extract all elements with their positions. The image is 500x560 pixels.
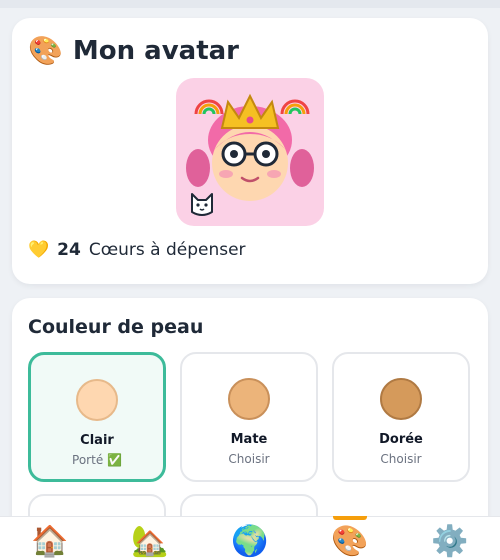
skin-option-doree[interactable]: Dorée Choisir (332, 352, 470, 482)
hearts-count: 24 (57, 240, 81, 260)
avatar-card: 🎨 Mon avatar 💛 24 Cœurs à dépenser (12, 18, 488, 284)
nav-item-home[interactable]: 🏠 (0, 517, 100, 560)
hearts-balance: 💛 24 Cœurs à dépenser (28, 240, 246, 260)
avatar-hair-puff-right (290, 149, 314, 187)
gear-icon: ⚙️ (431, 524, 469, 559)
nav-item-avatar[interactable]: 🎨 (300, 517, 400, 560)
bottom-nav: 🏠 🏡 🌍 🎨 ⚙️ (0, 516, 500, 560)
skin-option-name: Mate (230, 432, 268, 447)
page-title: Mon avatar (72, 36, 240, 66)
hearts-label: Cœurs à dépenser (88, 240, 246, 260)
previous-card-edge (0, 0, 500, 8)
skin-option-name: Clair (80, 433, 114, 448)
palette-icon: 🎨 (331, 524, 369, 559)
rainbow-icon-right (280, 99, 310, 115)
section-title: Couleur de peau (28, 316, 204, 338)
nav-item-settings[interactable]: ⚙️ (400, 517, 500, 560)
rainbow-icon-left (194, 99, 224, 115)
skin-swatch (76, 379, 118, 421)
skin-option-status: Porté ✅ (72, 453, 122, 467)
avatar-illustration (186, 93, 314, 216)
globe-icon: 🌍 (231, 524, 269, 559)
house-garden-icon: 🏡 (131, 524, 169, 559)
nav-item-world[interactable]: 🌍 (200, 517, 300, 560)
cat-icon (191, 193, 213, 216)
skin-option-clair[interactable]: Clair Porté ✅ (28, 352, 166, 482)
skin-option-mate[interactable]: Mate Choisir (180, 352, 318, 482)
avatar-card-header: 🎨 Mon avatar (28, 36, 239, 66)
nav-active-indicator (333, 516, 367, 520)
skin-swatch (228, 378, 270, 420)
avatar-hair-puff-left (186, 149, 210, 187)
nav-item-garden[interactable]: 🏡 (100, 517, 200, 560)
skin-option-status: Choisir (228, 452, 270, 466)
app-screen: 🎨 Mon avatar 💛 24 Cœurs à dépenser Coule… (0, 0, 500, 560)
skin-swatch (380, 378, 422, 420)
avatar-cheek-left (219, 170, 233, 178)
avatar-cheek-right (267, 170, 281, 178)
palette-icon: 🎨 (28, 34, 63, 67)
avatar-face (212, 125, 288, 201)
skin-option-name: Dorée (379, 432, 423, 447)
skin-option-status: Choisir (380, 452, 422, 466)
avatar-eye-left (230, 150, 238, 158)
house-icon: 🏠 (31, 524, 69, 559)
avatar-eye-right (262, 150, 270, 158)
avatar-preview[interactable] (176, 78, 324, 226)
yellow-heart-icon: 💛 (28, 240, 50, 260)
crown-gem (246, 116, 254, 124)
